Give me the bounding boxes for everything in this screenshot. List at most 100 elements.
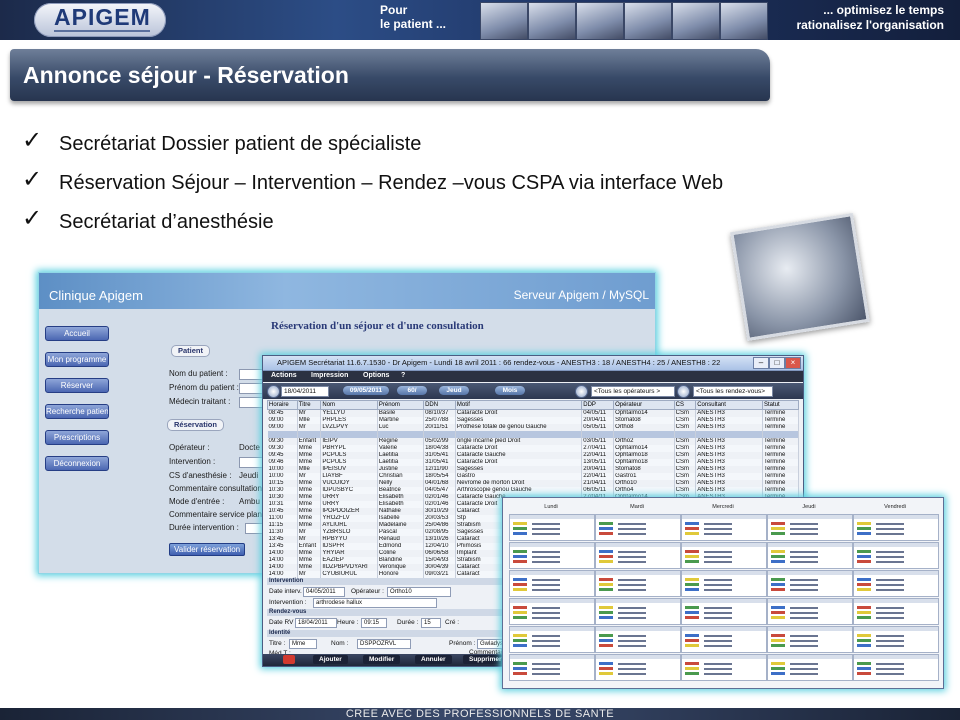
column-header[interactable]: DDP [581,400,615,410]
rendezvous-icon[interactable] [677,385,690,398]
intervention-input[interactable] [239,457,263,468]
planning-day-cell[interactable] [509,570,595,597]
view-button-1[interactable]: 60/ [397,386,427,395]
planning-day-cell[interactable] [853,570,939,597]
heure-input[interactable]: 09:15 [361,618,387,628]
column-header[interactable]: Motif [454,400,583,410]
planning-day-cell[interactable] [509,654,595,681]
operateurs-select[interactable]: <Tous les opérateurs > [591,386,675,397]
column-header[interactable]: Titre [296,400,322,410]
operateur-value[interactable]: Docte [239,443,260,452]
prev-icon[interactable] [267,385,280,398]
planning-day-cell[interactable] [767,542,853,569]
ajouter-button[interactable]: Ajouter [313,655,348,664]
planning-day-cell[interactable] [509,542,595,569]
menu-impression[interactable]: Impression [311,372,348,379]
planning-day-cell[interactable] [767,654,853,681]
menu-options[interactable]: Options [363,372,389,379]
column-header[interactable]: Opérateur [613,400,675,410]
menu-actions[interactable]: Actions [271,372,297,379]
nom-input[interactable]: DSPPOZRVL [357,639,411,649]
table-row[interactable]: 09:30 Mme PBRYPL Valerie 18/04/38 Cataracte D… [267,445,800,452]
planning-day-cell[interactable] [681,542,767,569]
table-row[interactable]: 10:00 Mr LIAYBF Christian 18/05/54 Gastro 22/0… [267,473,800,480]
nom-patient-input[interactable] [239,369,263,380]
supprimer-button[interactable]: Supprimer [463,655,508,664]
nav-mon-programme[interactable]: Mon programme [45,352,109,367]
column-header[interactable]: Horaire [267,400,298,410]
planning-day-cell[interactable] [595,542,681,569]
planning-day-cell[interactable] [853,542,939,569]
table-row[interactable]: 08:45 Mr YELLYU Basile 08/10/37 Cataracte Dro… [267,409,800,417]
column-header[interactable]: Nom [320,400,378,410]
modifier-button[interactable]: Modifier [363,655,401,664]
nav-accueil[interactable]: Accueil [45,326,109,341]
table-cell: Justine [377,466,425,473]
view-button-3[interactable]: Mois [495,386,525,395]
planning-day-cell[interactable] [853,626,939,653]
duree-intervention-input[interactable] [245,523,263,534]
exit-icon[interactable] [283,655,295,664]
planning-day-cell[interactable] [595,570,681,597]
table-row[interactable]: 09:45 Mme PCPULS Laetitia 31/05/41 Cataracte … [267,452,800,459]
nav-recherche-patient[interactable]: Recherche patient [45,404,109,419]
planning-day-cell[interactable] [681,598,767,625]
cs-anesthesie-value[interactable]: Jeudi [239,471,258,480]
close-icon[interactable]: × [785,357,801,369]
table-row[interactable]: 09:00 Mlle PRPLES Martine 25/07/88 Sagesses 20… [267,417,800,424]
column-header[interactable]: Consultant [695,400,763,410]
planning-day-cell[interactable] [767,570,853,597]
table-row[interactable]: 10:00 Mlle IPEISUV Justine 12/11/90 Sagesses 2… [267,466,800,473]
medecin-traitant-input[interactable] [239,397,263,408]
valider-reservation-button[interactable]: Valider réservation [169,543,246,556]
date-to-pill[interactable]: 09/05/2011 [343,386,389,395]
titre-input[interactable]: Mme [289,639,317,649]
planning-day-cell[interactable] [681,626,767,653]
planning-day-cell[interactable] [853,654,939,681]
menu-help[interactable]: ? [401,372,405,379]
column-header[interactable]: CS [673,400,697,410]
planning-day-cell[interactable] [595,598,681,625]
table-cell: Mme [297,480,322,487]
planning-day-cell[interactable] [681,654,767,681]
planning-day-cell[interactable] [595,654,681,681]
table-row[interactable] [267,431,800,438]
table-row[interactable]: 09:00 Mr LVZLPVY Luc 20/11/51 Prothèse totale… [267,424,800,431]
table-row[interactable]: 10:15 Mme VUCUIOY Nelly 04/01/68 Nevrome de m… [267,480,800,487]
operateur-input[interactable]: Ortho10 [387,587,451,597]
column-header[interactable]: DDN [423,400,456,410]
rendezvous-select[interactable]: <Tous les rendez-vous> [693,386,773,397]
planning-day-cell[interactable] [767,598,853,625]
date-interv-input[interactable]: 04/05/2011 [303,587,345,597]
maximize-icon[interactable]: □ [769,357,785,369]
view-button-2[interactable]: Jeud [439,386,469,395]
date-rv-input[interactable]: 18/04/2011 [295,618,337,628]
table-row[interactable]: 10:30 Mme IDPUSBYC Beatrice 04/05/47 Arthrosc… [267,487,800,494]
planning-day-cell[interactable] [509,626,595,653]
nav-deconnexion[interactable]: Déconnexion [45,456,109,471]
date-from-input[interactable]: 18/04/2011 [281,386,329,397]
nav-prescriptions[interactable]: Prescriptions [45,430,109,445]
annuler-button[interactable]: Annuler [415,655,452,664]
table-row[interactable]: 09:46 Mme PCPULS Laetitia 31/05/41 Cataracte … [267,459,800,466]
planning-day-cell[interactable] [681,514,767,541]
operator-icon[interactable] [575,385,588,398]
planning-day-cell[interactable] [767,514,853,541]
planning-day-cell[interactable] [509,514,595,541]
prenom-patient-input[interactable] [239,383,263,394]
minimize-icon[interactable]: – [753,357,769,369]
intervention-input[interactable]: arthrodese hallux [313,598,437,608]
table-row[interactable]: 09:30 Enfant IEIPV Regine 05/02/99 ongle inca… [267,438,800,445]
planning-day-cell[interactable] [681,570,767,597]
mode-entree-value[interactable]: Ambu [239,497,260,506]
planning-day-cell[interactable] [853,514,939,541]
nav-reserver[interactable]: Réserver [45,378,109,393]
planning-day-cell[interactable] [595,514,681,541]
planning-day-cell[interactable] [595,626,681,653]
planning-day-cell[interactable] [509,598,595,625]
duree-input[interactable]: 15 [421,618,441,628]
column-header[interactable]: Prénom [376,400,425,410]
planning-day-cell[interactable] [767,626,853,653]
planning-day-cell[interactable] [853,598,939,625]
column-header[interactable]: Statut [761,400,800,410]
